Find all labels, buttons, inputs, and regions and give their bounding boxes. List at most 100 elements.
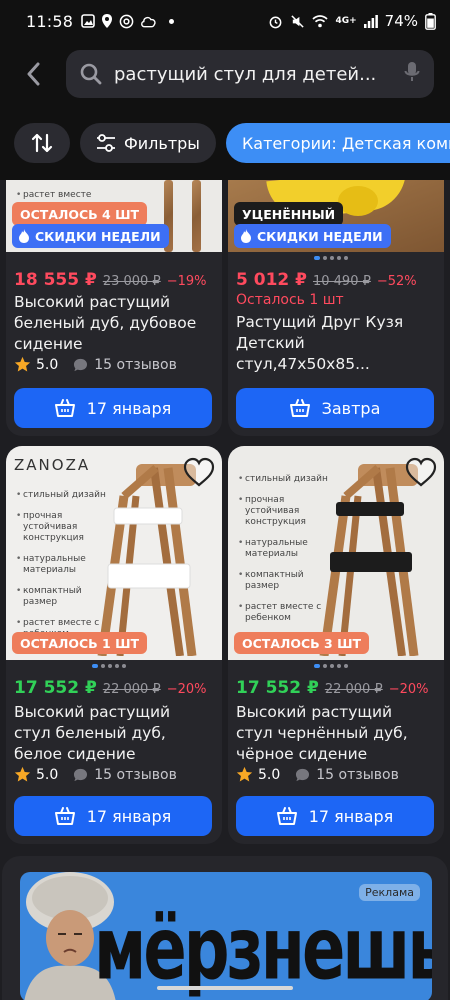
- cart-basket-icon: [54, 807, 75, 825]
- product-image[interactable]: УЦЕНЁННЫЙ СКИДКИ НЕДЕЛИ: [228, 180, 444, 252]
- product-title[interactable]: Высокий растущий беленый дуб, дубовое си…: [14, 292, 210, 355]
- rating-row: 5.0 15 отзывов: [14, 356, 177, 373]
- price-row: 18 555 ₽ 23 000 ₽ −19%: [14, 270, 207, 290]
- stock-note: Осталось 1 шт: [236, 292, 344, 308]
- discount: −52%: [376, 274, 417, 289]
- current-price: 5 012 ₽: [236, 270, 307, 290]
- price-row: 5 012 ₽ 10 490 ₽ −52%: [236, 270, 417, 290]
- add-to-cart-button[interactable]: 17 января: [236, 796, 434, 836]
- category-label: Категории: Детская комната: [241, 133, 450, 153]
- back-button[interactable]: [6, 46, 62, 102]
- sort-button[interactable]: [14, 123, 70, 163]
- weekly-sale-badge: СКИДКИ НЕДЕЛИ: [234, 224, 391, 248]
- search-query[interactable]: растущий стул для детей...: [114, 64, 384, 85]
- delivery-date: 17 января: [308, 806, 394, 826]
- back-arrow-icon: [27, 62, 40, 86]
- discount: −19%: [166, 274, 207, 289]
- home-indicator[interactable]: [157, 986, 293, 990]
- weekly-sale-badge: СКИДКИ НЕДЕЛИ: [12, 224, 169, 248]
- reviews-link[interactable]: 15 отзывов: [73, 767, 177, 783]
- rating-value: 5.0: [36, 356, 59, 373]
- sort-arrows-icon: [31, 133, 53, 153]
- old-price: 10 490 ₽: [312, 274, 371, 289]
- star-icon: [14, 766, 31, 782]
- favorite-button[interactable]: [182, 456, 216, 490]
- product-card[interactable]: растет вместе ОСТАЛОСЬ 4 ШТ СКИДКИ НЕДЕЛ…: [6, 180, 222, 436]
- stock-badge: ОСТАЛОСЬ 3 ШТ: [234, 632, 370, 654]
- rating-row: 5.0 15 отзывов: [14, 766, 177, 783]
- current-price: 17 552 ₽: [236, 678, 319, 698]
- old-price: 22 000 ₽: [102, 682, 161, 697]
- fire-icon: [19, 229, 29, 243]
- product-card[interactable]: ZANOZA стильный дизайн прочная устойчива…: [6, 446, 222, 844]
- network-type: 4G+: [335, 16, 357, 26]
- status-time: 11:58: [26, 11, 74, 31]
- old-price: 22 000 ₽: [324, 682, 383, 697]
- price-row: 17 552 ₽ 22 000 ₽ −20%: [236, 678, 429, 698]
- location-icon: [102, 14, 113, 28]
- notification-icons: [81, 14, 175, 29]
- signal-icon: [363, 14, 378, 28]
- product-card[interactable]: УЦЕНЁННЫЙ СКИДКИ НЕДЕЛИ 5 012 ₽ 10 490 ₽…: [228, 180, 444, 436]
- delivery-date: 17 января: [86, 806, 172, 826]
- filters-label: Фильтры: [124, 133, 200, 153]
- favorite-button[interactable]: [404, 456, 438, 490]
- stock-badge: ОСТАЛОСЬ 4 ШТ: [12, 202, 148, 226]
- discounted-badge: УЦЕНЁННЫЙ: [234, 202, 344, 226]
- gallery-icon: [81, 14, 95, 28]
- image-pager-dots: [92, 664, 126, 668]
- current-price: 17 552 ₽: [14, 678, 97, 698]
- star-icon: [236, 766, 253, 782]
- delivery-date: 17 января: [86, 398, 172, 418]
- mic-icon: [404, 62, 420, 81]
- heart-icon: [405, 457, 437, 487]
- ad-container: мёрзнешь? Реклама: [2, 856, 448, 1000]
- discount: −20%: [166, 682, 207, 697]
- product-card[interactable]: стильный дизайн прочная устойчивая конст…: [228, 446, 444, 844]
- battery-percent: 74%: [384, 12, 418, 30]
- voice-search-button[interactable]: [404, 61, 420, 87]
- old-price: 23 000 ₽: [102, 274, 161, 289]
- comment-icon: [74, 768, 88, 781]
- add-to-cart-button[interactable]: 17 января: [14, 388, 212, 428]
- search-field[interactable]: растущий стул для детей...: [66, 50, 434, 98]
- product-image[interactable]: ZANOZA стильный дизайн прочная устойчива…: [6, 446, 222, 660]
- ad-banner[interactable]: мёрзнешь? Реклама: [20, 872, 432, 1000]
- cart-basket-icon: [54, 399, 75, 417]
- cart-basket-icon: [276, 807, 297, 825]
- filters-button[interactable]: Фильтры: [80, 123, 216, 163]
- add-to-cart-button[interactable]: 17 января: [14, 796, 212, 836]
- search-header: растущий стул для детей...: [0, 42, 450, 106]
- price-row: 17 552 ₽ 22 000 ₽ −20%: [14, 678, 207, 698]
- image-pager-dots: [314, 256, 348, 260]
- add-to-cart-button[interactable]: Завтра: [236, 388, 434, 428]
- discount: −20%: [388, 682, 429, 697]
- product-title[interactable]: Растущий Друг Кузя Детский стул,47х50х85…: [236, 312, 432, 375]
- yellow-toy-circle: [338, 186, 378, 216]
- product-title[interactable]: Высокий растущий стул чернённый дуб, чёр…: [236, 702, 432, 765]
- brand-logo: ZANOZA: [14, 456, 91, 474]
- image-feature-list: стильный дизайн прочная устойчивая конст…: [16, 490, 106, 650]
- stock-badge: ОСТАЛОСЬ 1 ШТ: [12, 632, 148, 654]
- ad-label: Реклама: [359, 884, 420, 901]
- battery-icon: [425, 12, 436, 30]
- product-title[interactable]: Высокий растущий стул беленый дуб, белое…: [14, 702, 210, 765]
- weekly-sale-label: СКИДКИ НЕДЕЛИ: [35, 228, 161, 244]
- rating-row: 5.0 15 отзывов: [236, 766, 399, 783]
- product-image[interactable]: стильный дизайн прочная устойчивая конст…: [228, 446, 444, 660]
- fire-icon: [241, 229, 251, 243]
- reviews-link[interactable]: 15 отзывов: [73, 357, 177, 373]
- at-icon: [119, 14, 134, 28]
- product-image[interactable]: растет вместе ОСТАЛОСЬ 4 ШТ СКИДКИ НЕДЕЛ…: [6, 180, 222, 252]
- comment-icon: [74, 358, 88, 371]
- ad-headline: мёрзнешь?: [94, 900, 432, 1000]
- category-chip[interactable]: Категории: Детская комната: [225, 123, 450, 163]
- current-price: 18 555 ₽: [14, 270, 97, 290]
- image-feature-list: стильный дизайн прочная устойчивая конст…: [238, 474, 328, 634]
- comment-icon: [296, 768, 310, 781]
- image-pager-dots: [314, 664, 348, 668]
- reviews-link[interactable]: 15 отзывов: [295, 767, 399, 783]
- status-bar: 11:58 4G+ 74%: [0, 0, 450, 42]
- mute-icon: [291, 14, 305, 28]
- rating-value: 5.0: [258, 766, 281, 783]
